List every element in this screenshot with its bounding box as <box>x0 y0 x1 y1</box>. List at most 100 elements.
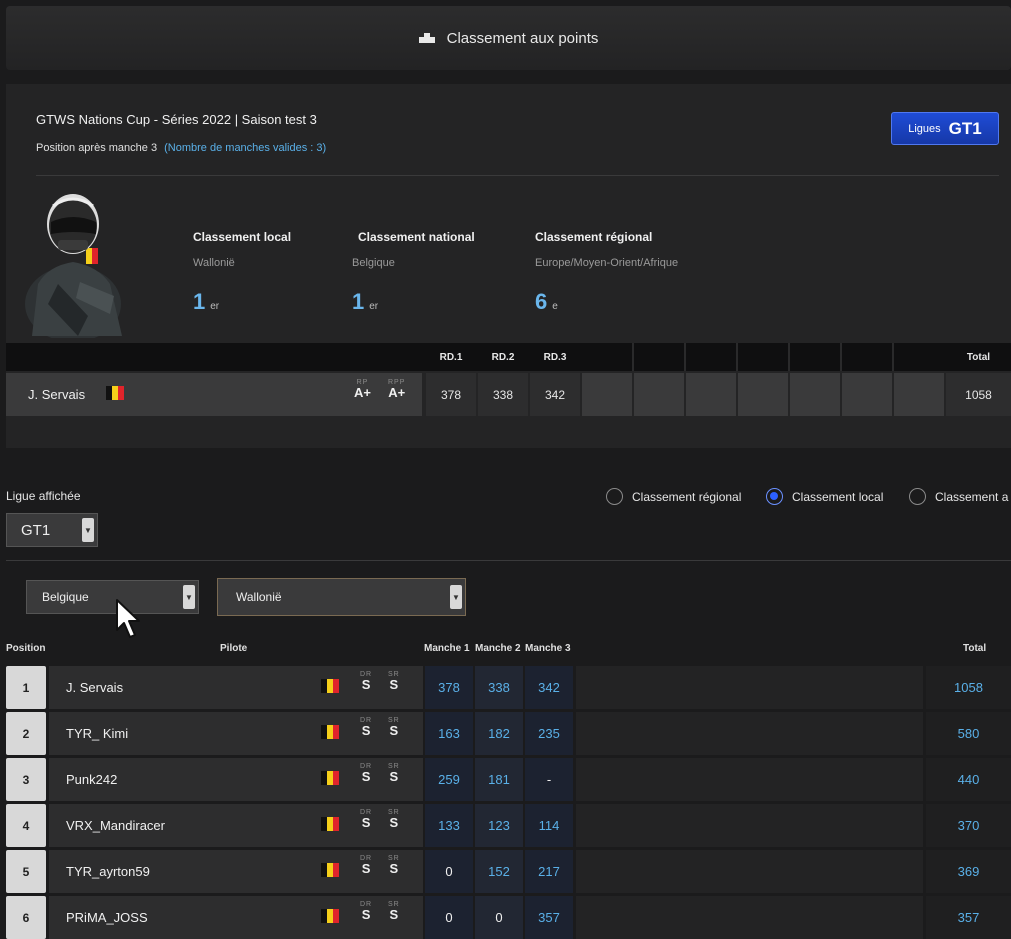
belgium-flag-icon <box>321 725 339 739</box>
radio-classement-other[interactable]: Classement a <box>909 488 1008 505</box>
country-select-value: Belgique <box>42 590 89 604</box>
rank-regional: Classement régional Europe/Moyen-Orient/… <box>535 230 678 315</box>
table-row[interactable]: 1 J. Servais DR S SR S 378 338 342 1058 <box>6 666 1011 709</box>
pilot-name[interactable]: J. Servais <box>66 666 123 709</box>
country-select[interactable]: Belgique ▼ <box>26 580 199 614</box>
radio-selected-icon <box>766 488 783 505</box>
sr-rating: SR S <box>388 809 400 830</box>
total-cell: 357 <box>926 896 1011 939</box>
summary-driver-row: J. Servais RP A+ RPP A+ 378 338 342 1058 <box>6 373 1011 416</box>
belgium-flag-icon <box>321 679 339 693</box>
event-position-info: Position après manche 3 (Nombre de manch… <box>36 142 326 154</box>
table-row[interactable]: 6 PRiMA_JOSS DR S SR S 0 0 357 357 <box>6 896 1011 939</box>
empty-round-headers <box>582 343 944 371</box>
position-header: Position <box>6 643 46 654</box>
manche1-cell: 259 <box>425 758 473 801</box>
rank-national-heading: Classement national <box>358 230 475 244</box>
summary-empty-rounds <box>582 373 944 416</box>
position-after-label: Position après manche 3 <box>36 142 158 154</box>
region-select-value: Wallonië <box>236 590 282 604</box>
manche1-cell: 0 <box>425 896 473 939</box>
chevron-down-icon: ▼ <box>183 585 195 609</box>
dr-rating: DR S <box>360 855 373 876</box>
empty-rounds-cell <box>576 804 923 847</box>
manche2-cell: 181 <box>475 758 523 801</box>
manche2-cell: 123 <box>475 804 523 847</box>
manche3-cell: 357 <box>525 896 573 939</box>
driver-avatar <box>25 194 122 338</box>
dr-rating: DR S <box>360 717 373 738</box>
chevron-down-icon: ▼ <box>82 518 94 542</box>
manche3-cell: 217 <box>525 850 573 893</box>
table-row[interactable]: 5 TYR_ayrton59 DR S SR S 0 152 217 369 <box>6 850 1011 893</box>
pilot-name[interactable]: Punk242 <box>66 758 117 801</box>
empty-rounds-cell <box>576 712 923 755</box>
radio-circle-icon <box>606 488 623 505</box>
page-title: Classement aux points <box>446 29 599 47</box>
rank-regional-scope: Europe/Moyen-Orient/Afrique <box>535 257 679 269</box>
sr-rating: SR S <box>388 717 400 738</box>
summary-total: 1058 <box>946 373 1011 416</box>
manche3-cell: 235 <box>525 712 573 755</box>
chevron-down-icon: ▼ <box>450 585 462 609</box>
rank-local-scope: Wallonië <box>193 257 235 269</box>
summary-rd1: 378 <box>426 373 476 416</box>
empty-rounds-cell <box>576 758 923 801</box>
pilot-name[interactable]: PRiMA_JOSS <box>66 896 148 939</box>
valid-rounds-link[interactable]: (Nombre de manches valides : 3) <box>164 142 326 154</box>
rank-national: Classement national Belgique 1 er <box>352 230 475 315</box>
sr-rating: SR S <box>388 855 400 876</box>
table-row[interactable]: 4 VRX_Mandiracer DR S SR S 133 123 114 370 <box>6 804 1011 847</box>
region-select[interactable]: Wallonië ▼ <box>217 578 466 616</box>
page-header: Classement aux points <box>6 6 1011 70</box>
radio-classement-local[interactable]: Classement local <box>766 488 883 505</box>
table-row[interactable]: 2 TYR_ Kimi DR S SR S 163 182 235 580 <box>6 712 1011 755</box>
position-cell: 5 <box>6 850 46 893</box>
manche2-cell: 152 <box>475 850 523 893</box>
radio-local-label: Classement local <box>792 489 884 504</box>
summary-header-row: RD.1 RD.2 RD.3 Total <box>6 343 1011 371</box>
empty-rounds-cell <box>576 896 923 939</box>
mouse-cursor-icon <box>116 599 140 638</box>
total-header: Total <box>966 351 991 363</box>
radio-classement-regional[interactable]: Classement régional <box>606 488 741 505</box>
dr-rating: DR S <box>360 901 373 922</box>
manche1-cell: 133 <box>425 804 473 847</box>
panel-divider <box>36 175 999 176</box>
position-cell: 2 <box>6 712 46 755</box>
pilot-name[interactable]: TYR_ayrton59 <box>66 850 150 893</box>
ligue-select[interactable]: GT1 ▼ <box>6 513 98 547</box>
pilot-name[interactable]: VRX_Mandiracer <box>66 804 165 847</box>
belgium-flag-icon <box>321 771 339 785</box>
pilot-name[interactable]: TYR_ Kimi <box>66 712 128 755</box>
manche3-header: Manche 3 <box>525 643 571 654</box>
ligue-label: Ligue affichée <box>6 489 81 503</box>
rank-local-value: 1 er <box>193 289 220 314</box>
manche1-cell: 378 <box>425 666 473 709</box>
rank-local-heading: Classement local <box>193 230 292 244</box>
dr-rating: DR S <box>360 809 373 830</box>
rp-rating: RP A+ <box>354 379 371 400</box>
manche3-cell: 342 <box>525 666 573 709</box>
table-row[interactable]: 3 Punk242 DR S SR S 259 181- 440 <box>6 758 1011 801</box>
rd2-header: RD.2 <box>491 351 515 363</box>
belgium-flag-icon <box>321 863 339 877</box>
ligue-select-value: GT1 <box>21 521 51 539</box>
rank-regional-value: 6e <box>535 289 558 314</box>
manche3-cell: - <box>525 758 573 801</box>
sr-rating: SR S <box>388 671 400 692</box>
rd3-header: RD.3 <box>543 351 567 363</box>
rank-national-scope: Belgique <box>352 257 395 269</box>
empty-rounds-cell <box>576 850 923 893</box>
radio-other-label: Classement a <box>935 489 1009 504</box>
rd1-header: RD.1 <box>439 351 463 363</box>
podium-icon <box>418 33 435 43</box>
manche2-header: Manche 2 <box>475 643 521 654</box>
ligues-value: GT1 <box>948 118 982 138</box>
ligues-button[interactable]: Ligues GT1 <box>891 112 999 145</box>
manche1-header: Manche 1 <box>424 643 470 654</box>
total-header: Total <box>963 643 987 654</box>
pilote-header: Pilote <box>220 643 248 654</box>
dr-rating: DR S <box>360 763 373 784</box>
total-cell: 1058 <box>926 666 1011 709</box>
